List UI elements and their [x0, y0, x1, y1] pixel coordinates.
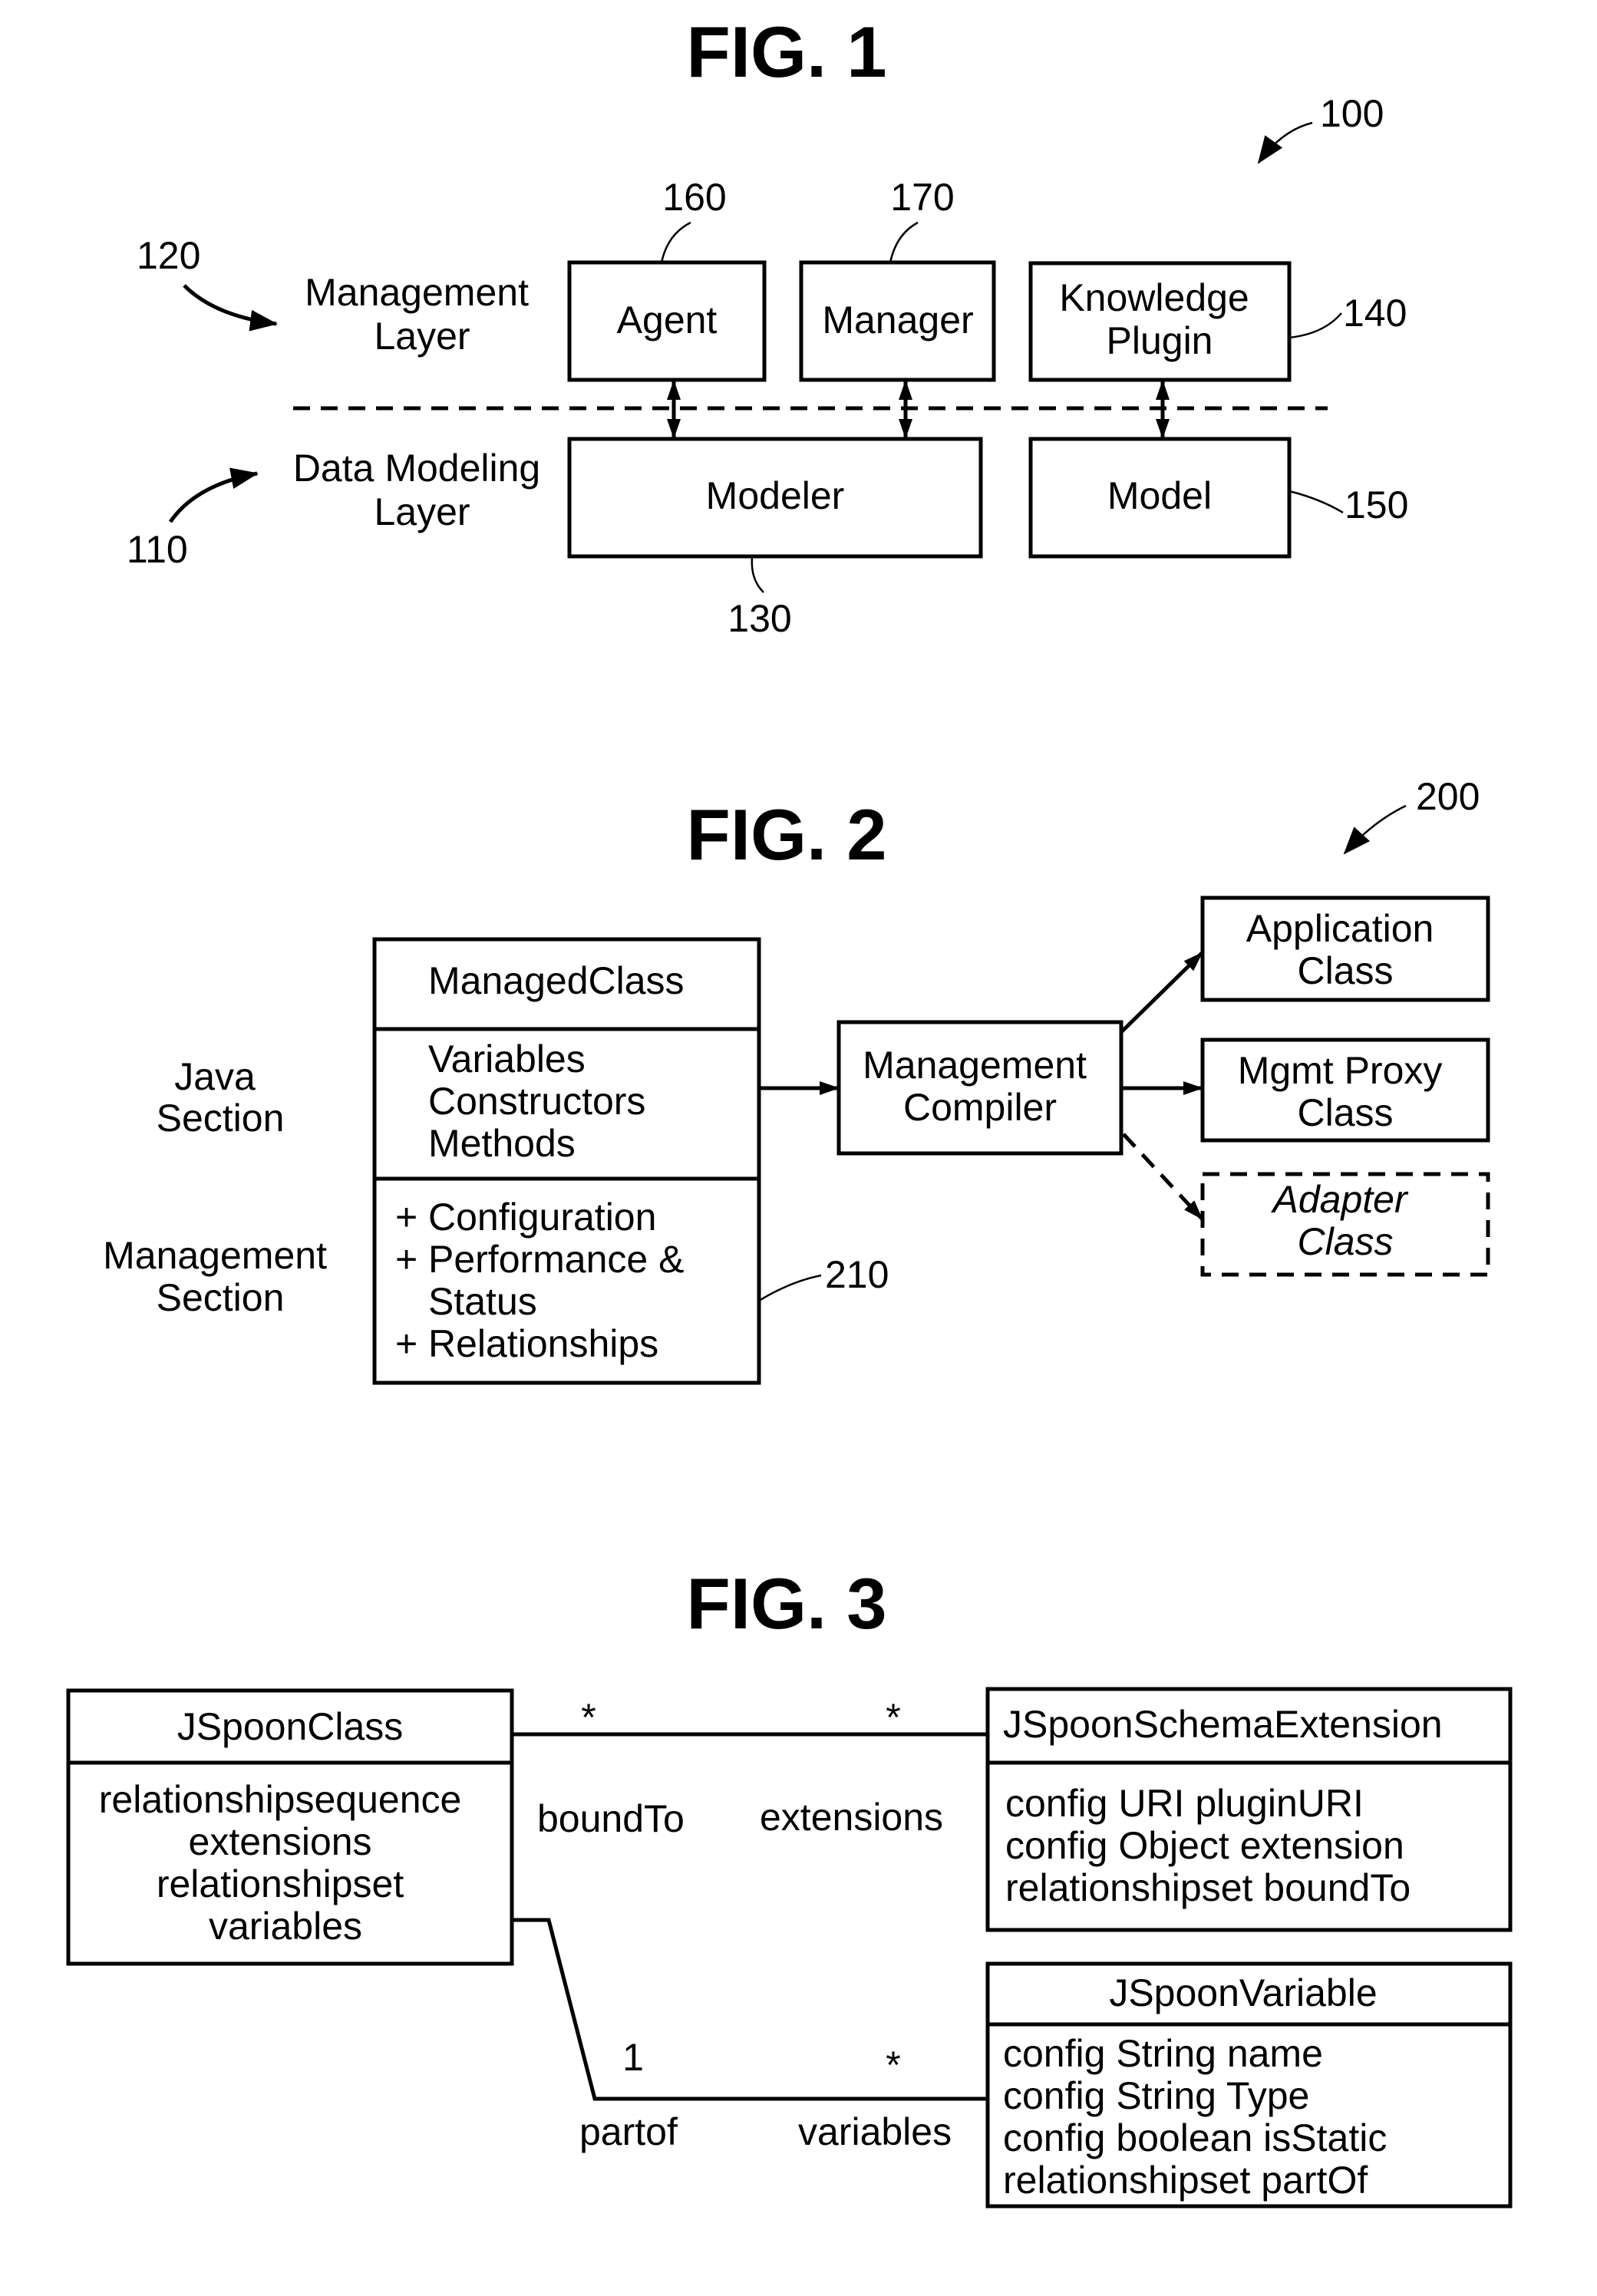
ref-170-leader [889, 221, 919, 263]
ref-170: 170 [890, 176, 954, 219]
jspoon-class-box[interactable]: JSpoonClass relationshipsequence extensi… [66, 1688, 514, 1966]
jspoon-variable-box[interactable]: JSpoonVariable config String name config… [985, 1961, 1513, 2209]
figure-1: FIG. 1 100 120 Management Layer Agent 16… [127, 12, 1408, 640]
figure-3: FIG. 3 JSpoonClass relationshipsequence … [66, 1563, 1513, 2209]
compiler-to-adapter-arrow [1122, 1133, 1203, 1220]
mgmt-proxy-class-label: Mgmt Proxy Class [1238, 1049, 1453, 1134]
jspoon-class-members: relationshipsequence extensions relation… [99, 1778, 472, 1948]
jspoon-variable-name: JSpoonVariable [1109, 1971, 1377, 2014]
ref-100: 100 [1320, 92, 1384, 135]
jspoon-schema-extension-box[interactable]: JSpoonSchemaExtension config URI pluginU… [985, 1687, 1513, 1932]
patent-figures: FIG. 1 100 120 Management Layer Agent 16… [66, 12, 1513, 2209]
ref-210: 210 [825, 1253, 889, 1296]
assoc-top-mult-left: * [581, 1696, 596, 1739]
ref-200-arrow [1343, 804, 1407, 855]
schema-extension-name: JSpoonSchemaExtension [1003, 1703, 1443, 1746]
ref-150: 150 [1345, 483, 1408, 526]
figure-2: FIG. 2 200 Java Section Management Secti… [103, 775, 1490, 1385]
management-layer-label: Management Layer [305, 271, 539, 358]
modeler-label: Modeler [706, 474, 845, 517]
application-class-label: Application Class [1246, 907, 1445, 992]
agent-label: Agent [617, 299, 718, 341]
management-bullets: + + + [395, 1196, 428, 1365]
fig3-title: FIG. 3 [686, 1563, 886, 1644]
knowledge-plugin-label: Knowledge Plugin [1059, 276, 1259, 362]
ref-100-arrow [1257, 121, 1313, 164]
compiler-to-application-arrow [1120, 952, 1203, 1034]
jspoon-class-name: JSpoonClass [177, 1705, 404, 1748]
assoc-top-role-right: extensions [760, 1796, 943, 1839]
fig1-title: FIG. 1 [686, 12, 886, 92]
schema-extension-members: config URI pluginURI config Object exten… [1005, 1782, 1415, 1909]
ref-160-leader [660, 221, 691, 263]
assoc-bottom-role-right: variables [798, 2110, 952, 2153]
management-members: Configuration Performance & Status Relat… [428, 1196, 695, 1365]
ref-120-arrow [183, 284, 278, 332]
ref-130: 130 [728, 597, 791, 640]
manager-label: Manager [822, 299, 973, 341]
ref-210-leader [758, 1274, 822, 1302]
java-section-label: Java Section [157, 1055, 285, 1140]
ref-160: 160 [662, 176, 726, 219]
fig2-title: FIG. 2 [686, 794, 886, 875]
ref-200: 200 [1416, 775, 1480, 818]
jspoon-variable-members: config String name config String Type co… [1003, 2032, 1397, 2202]
data-modeling-layer-label: Data Modeling Layer [293, 447, 551, 533]
ref-110-arrow [168, 467, 259, 523]
ref-150-leader [1288, 490, 1344, 514]
assoc-top-mult-right: * [886, 1696, 900, 1739]
java-members: Variables Constructors Methods [428, 1037, 656, 1165]
managed-class-name: ManagedClass [428, 959, 685, 1002]
assoc-bottom-mult-left: 1 [622, 2036, 644, 2079]
ref-140-leader [1288, 312, 1342, 339]
managed-class-box[interactable]: ManagedClass Variables Constructors Meth… [372, 937, 761, 1385]
ref-130-leader [751, 557, 764, 593]
assoc-top-role-left: boundTo [537, 1797, 685, 1840]
adapter-class-label: Adapter Class [1270, 1178, 1417, 1263]
model-label: Model [1107, 474, 1212, 517]
assoc-bottom-role-left: partof [579, 2110, 678, 2153]
assoc-bottom-mult-right: * [886, 2044, 900, 2087]
management-section-label: Management Section [103, 1234, 338, 1319]
ref-110: 110 [127, 528, 188, 571]
ref-140: 140 [1343, 292, 1407, 335]
ref-120: 120 [137, 234, 200, 277]
partof-variables-association[interactable] [512, 1918, 988, 2101]
management-compiler-label: Management Compiler [863, 1044, 1097, 1129]
